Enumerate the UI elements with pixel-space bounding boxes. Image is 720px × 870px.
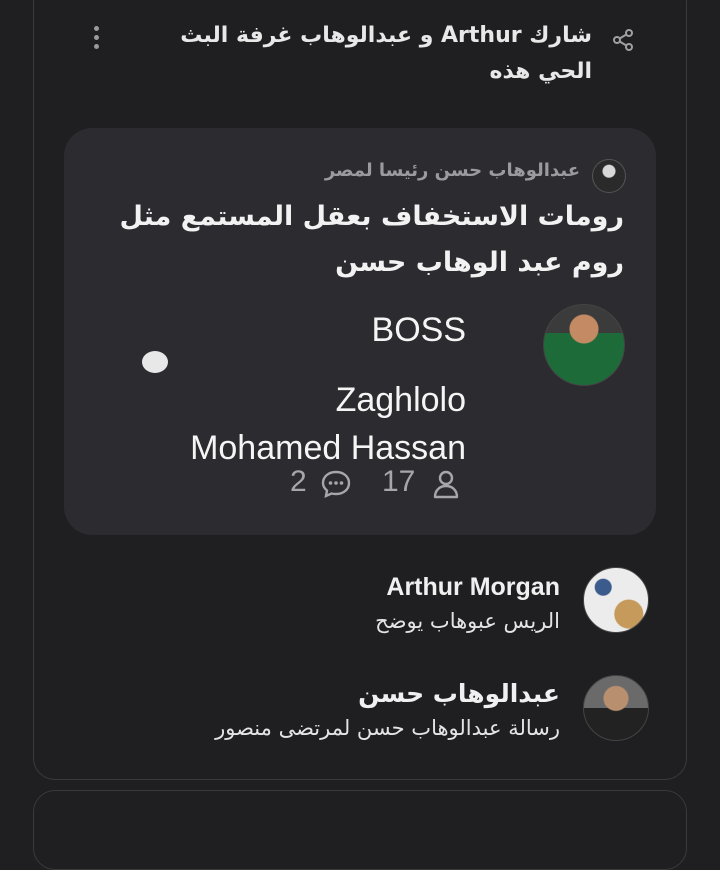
participant-name: عبدالوهاب حسن (358, 679, 560, 708)
speaker-name-line2: Zaghlolo (335, 381, 466, 419)
host-avatar (592, 159, 626, 193)
speaker-name-line1: BOSS (371, 311, 466, 349)
participant-avatar[interactable] (583, 567, 649, 633)
next-card (33, 790, 687, 870)
participant-message: رسالة عبدالوهاب حسن لمرتضى منصور (215, 716, 560, 740)
participant-row[interactable]: عبدالوهاب حسن رسالة عبدالوهاب حسن لمرتضى… (160, 677, 560, 745)
person-icon (433, 470, 459, 499)
participant-avatar[interactable] (583, 675, 649, 741)
listener-count: 17 (382, 465, 416, 498)
chat-bubble-icon (142, 351, 168, 373)
comment-count: 2 (290, 465, 307, 498)
comment-icon (321, 470, 351, 499)
participant-name: Arthur Morgan (386, 573, 560, 601)
more-options-icon[interactable] (86, 26, 106, 52)
share-notice-text: شارك Arthur و عبدالوهاب غرفة البث الحي ه… (180, 23, 592, 84)
room-title: رومات الاستخفاف بعقل المستمع مثل روم عبد… (119, 201, 624, 278)
host-name: عبدالوهاب حسن رئيسا لمصر (324, 160, 580, 181)
speaker-avatar[interactable] (543, 304, 625, 386)
participant-row[interactable]: Arthur Morgan الريس عبوهاب يوضح (160, 570, 560, 638)
participant-message: الريس عبوهاب يوضح (375, 609, 560, 633)
share-icon (613, 29, 633, 51)
speaker-name: BOSS Zaghlolo Mohamed Hassan (136, 306, 466, 472)
